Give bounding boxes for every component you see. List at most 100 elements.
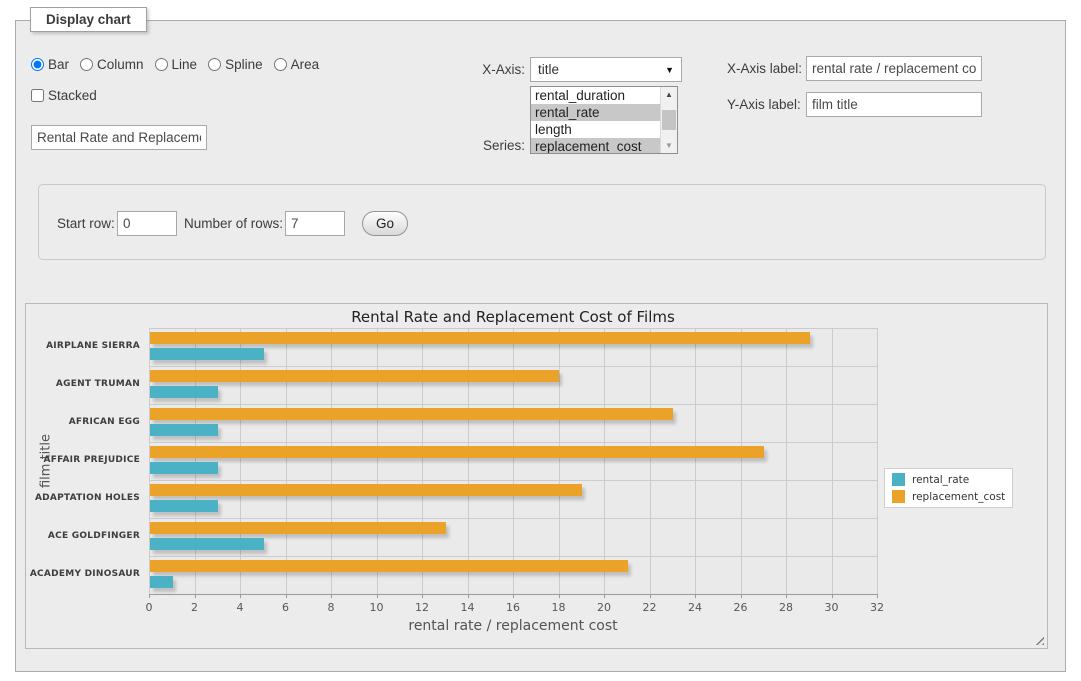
chart-container: Rental Rate and Replacement Cost of Film…	[25, 303, 1048, 649]
x-tick-label: 28	[771, 601, 801, 614]
x-axis-select-label: X-Axis:	[440, 57, 525, 82]
x-tick-label: 6	[271, 601, 301, 614]
start-row-input[interactable]	[117, 211, 177, 236]
gridline-horizontal	[149, 518, 878, 519]
x-tick-label: 24	[680, 601, 710, 614]
chart-type-label: Spline	[225, 57, 263, 72]
gridline-vertical	[877, 328, 878, 594]
gridline-horizontal	[149, 480, 878, 481]
gridline-vertical	[559, 328, 560, 594]
series-label: Series:	[440, 137, 525, 154]
category-label: AIRPLANE SIERRA	[26, 341, 140, 351]
stacked-checkbox[interactable]	[31, 89, 44, 102]
category-label: ACE GOLDFINGER	[26, 531, 140, 541]
bar-rental_rate	[150, 424, 218, 436]
series-option-replacement-cost[interactable]: replacement_cost	[531, 138, 660, 153]
bar-replacement_cost	[150, 332, 810, 344]
chart-type-label: Area	[291, 57, 320, 72]
y-axis-label-caption: Y-Axis label:	[727, 92, 801, 117]
category-label: ACADEMY DINOSAUR	[26, 569, 140, 579]
gridline-vertical	[695, 328, 696, 594]
x-tick-label: 2	[180, 601, 210, 614]
num-rows-label: Number of rows:	[184, 211, 283, 236]
x-axis-select[interactable]: title ▼	[530, 57, 682, 82]
y-axis-label-input[interactable]	[806, 92, 982, 117]
chart-title: Rental Rate and Replacement Cost of Film…	[129, 308, 897, 326]
chart-type-radio-spline[interactable]	[208, 58, 221, 71]
x-tick-label: 10	[362, 601, 392, 614]
x-tick-label: 18	[544, 601, 574, 614]
x-tick-label: 30	[817, 601, 847, 614]
scrollbar-thumb[interactable]	[662, 110, 676, 130]
stacked-label: Stacked	[48, 88, 97, 103]
x-tick-label: 8	[316, 601, 346, 614]
chart-type-radio-area[interactable]	[274, 58, 287, 71]
x-axis-label-caption: X-Axis label:	[727, 56, 802, 81]
gridline-horizontal	[149, 328, 878, 329]
series-option-length[interactable]: length	[531, 121, 660, 138]
x-axis-selected-value: title	[538, 62, 559, 77]
listbox-scrollbar[interactable]: ▲ ▼	[660, 87, 677, 153]
gridline-vertical	[195, 328, 196, 594]
stacked-checkbox-label[interactable]: Stacked	[31, 88, 97, 103]
chart-type-label: Bar	[48, 57, 69, 72]
category-label: AGENT TRUMAN	[26, 379, 140, 389]
gridline-horizontal	[149, 404, 878, 405]
legend-swatch-icon	[892, 490, 905, 503]
bar-rental_rate	[150, 348, 264, 360]
gridline-vertical	[377, 328, 378, 594]
gridline-vertical	[286, 328, 287, 594]
chart-type-option-column[interactable]: Column	[80, 57, 144, 72]
gridline-vertical	[149, 328, 150, 594]
bar-rental_rate	[150, 500, 218, 512]
scroll-up-icon[interactable]: ▲	[661, 87, 677, 102]
gridline-horizontal	[149, 442, 878, 443]
x-axis-label-input[interactable]	[806, 56, 982, 81]
x-axis-line	[149, 594, 878, 595]
resize-handle-icon[interactable]	[1032, 633, 1044, 645]
gridline-vertical	[741, 328, 742, 594]
chart-type-option-area[interactable]: Area	[274, 57, 320, 72]
chart-title-input[interactable]	[31, 125, 207, 150]
legend-label: rental_rate	[912, 474, 969, 486]
bar-replacement_cost	[150, 446, 764, 458]
chart-type-radio-line[interactable]	[155, 58, 168, 71]
chart-type-option-spline[interactable]: Spline	[208, 57, 263, 72]
chart-type-radio-group: Bar Column Line Spline Area	[31, 57, 319, 72]
num-rows-input[interactable]	[285, 211, 345, 236]
x-axis-title: rental rate / replacement cost	[149, 618, 877, 634]
series-options: rental_duration rental_rate length repla…	[531, 87, 660, 153]
chevron-down-icon: ▼	[665, 65, 674, 75]
bar-replacement_cost	[150, 484, 582, 496]
gridline-vertical	[832, 328, 833, 594]
bar-rental_rate	[150, 462, 218, 474]
legend-label: replacement_cost	[912, 491, 1005, 503]
bar-rental_rate	[150, 538, 264, 550]
gridline-vertical	[240, 328, 241, 594]
series-option-rental-duration[interactable]: rental_duration	[531, 87, 660, 104]
gridline-vertical	[786, 328, 787, 594]
chart-legend: rental_rate replacement_cost	[884, 468, 1013, 508]
legend-swatch-icon	[892, 473, 905, 486]
x-tick-label: 4	[225, 601, 255, 614]
start-row-label: Start row:	[57, 211, 115, 236]
stacked-option: Stacked	[31, 88, 97, 105]
bar-rental_rate	[150, 386, 218, 398]
x-tick-label: 20	[589, 601, 619, 614]
bar-replacement_cost	[150, 560, 628, 572]
bar-replacement_cost	[150, 408, 673, 420]
series-listbox[interactable]: rental_duration rental_rate length repla…	[530, 86, 678, 154]
scroll-down-icon[interactable]: ▼	[661, 138, 677, 153]
legend-item: replacement_cost	[892, 490, 1005, 503]
go-button[interactable]: Go	[362, 211, 408, 236]
bar-rental_rate	[150, 576, 173, 588]
series-option-rental-rate[interactable]: rental_rate	[531, 104, 660, 121]
chart-type-option-bar[interactable]: Bar	[31, 57, 69, 72]
chart-type-option-line[interactable]: Line	[155, 57, 198, 72]
gridline-vertical	[650, 328, 651, 594]
panel-legend-title: Display chart	[30, 7, 147, 32]
chart-type-radio-bar[interactable]	[31, 58, 44, 71]
bar-replacement_cost	[150, 370, 559, 382]
gridline-horizontal	[149, 366, 878, 367]
chart-type-radio-column[interactable]	[80, 58, 93, 71]
